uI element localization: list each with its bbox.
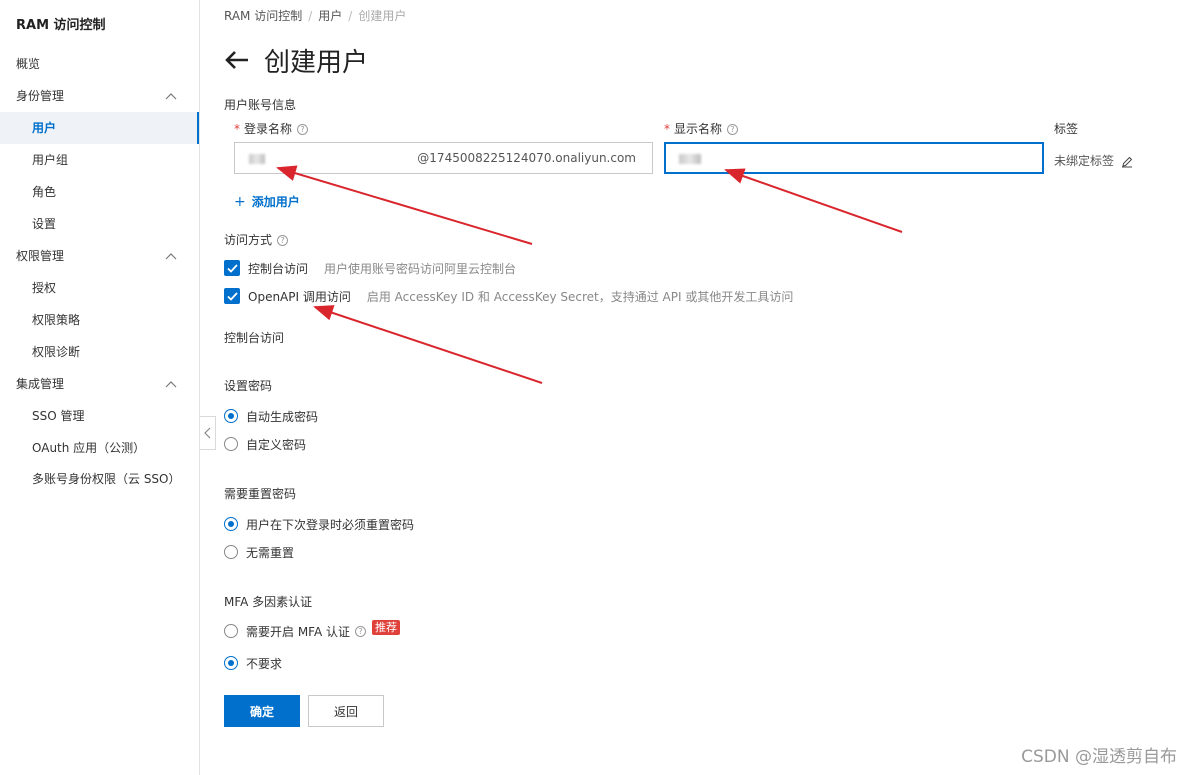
section-account-info: 用户账号信息 [224,98,297,112]
sidebar-group-integration[interactable]: 集成管理 [0,368,199,400]
recommended-badge: 推荐 [372,619,400,635]
section-reset-password: 需要重置密码 [224,487,297,501]
annotation-arrow [313,305,543,384]
mfa-not-required-option[interactable]: 不要求 [224,654,282,672]
sidebar-item-label: 角色 [32,185,57,199]
console-access-option[interactable]: 控制台访问 用户使用账号密码访问阿里云控制台 [224,259,516,277]
radio-unselected[interactable] [224,437,238,451]
radio-selected[interactable] [224,517,238,531]
sidebar-item-diagnostics[interactable]: 权限诊断 [0,336,199,368]
redacted-text [249,154,265,164]
sidebar-item-label: 多账号身份权限（云 SSO） [32,472,181,486]
sidebar-item-label: 权限管理 [16,249,65,263]
chevron-left-icon [204,427,211,439]
radio-unselected[interactable] [224,545,238,559]
sidebar-item-users[interactable]: 用户 [0,112,199,144]
sidebar-group-permissions[interactable]: 权限管理 [0,240,199,272]
tag-value: 未绑定标签 [1054,154,1115,168]
openapi-access-checkbox[interactable] [224,288,240,304]
sidebar-collapse-button[interactable] [200,416,216,450]
sidebar-item-settings[interactable]: 设置 [0,208,199,240]
breadcrumb-users[interactable]: 用户 [318,9,342,23]
reset-required-option[interactable]: 用户在下次登录时必须重置密码 [224,515,414,533]
sidebar-item-label: 权限诊断 [32,345,81,359]
sidebar-item-label: 用户 [32,121,57,135]
login-name-input[interactable]: @1745008225124070.onaliyun.com [234,142,653,174]
tag-label: 标签 [1054,122,1079,136]
sidebar-item-label: 授权 [32,281,57,295]
edit-pencil-icon[interactable] [1121,156,1133,168]
redacted-text [679,154,701,164]
openapi-access-option[interactable]: OpenAPI 调用访问 启用 AccessKey ID 和 AccessKey… [224,287,793,305]
section-console-access: 控制台访问 [224,331,285,345]
sidebar-item-policies[interactable]: 权限策略 [0,304,199,336]
password-auto-option[interactable]: 自动生成密码 [224,407,318,425]
openapi-access-label: OpenAPI 调用访问 [248,289,351,304]
sidebar-item-label: 身份管理 [16,89,65,103]
back-arrow-icon[interactable] [224,46,252,74]
help-icon[interactable]: ? [355,625,366,637]
back-button[interactable]: 返回 [308,695,384,727]
console-access-checkbox[interactable] [224,260,240,276]
radio-selected[interactable] [224,656,238,670]
radio-selected[interactable] [224,409,238,423]
sidebar: RAM 访问控制 概览 身份管理 用户 用户组 角色 设置 权限管理 授权 权限… [0,0,200,775]
add-user-button[interactable]: + 添加用户 [234,193,300,210]
sidebar-item-label: 集成管理 [16,377,65,391]
sidebar-item-label: 概览 [16,57,41,71]
login-domain-suffix: @1745008225124070.onaliyun.com [417,151,636,165]
password-custom-option[interactable]: 自定义密码 [224,435,306,453]
sidebar-item-sso[interactable]: SSO 管理 [0,400,199,432]
help-icon[interactable]: ? [727,124,739,135]
console-access-desc: 用户使用账号密码访问阿里云控制台 [324,261,517,276]
plus-icon: + [234,194,246,210]
breadcrumb-root[interactable]: RAM 访问控制 [224,9,302,23]
sidebar-title: RAM 访问控制 [16,18,106,33]
page-title: 创建用户 [264,47,369,78]
annotation-arrow [724,168,903,233]
mfa-required-option[interactable]: 需要开启 MFA 认证 ? 推荐 [224,619,400,640]
help-icon[interactable]: ? [277,235,289,246]
watermark: CSDN @湿透剪自布 [1021,747,1177,767]
sidebar-item-label: 设置 [32,217,57,231]
page-header: 创建用户 [224,40,368,80]
confirm-button[interactable]: 确定 [224,695,300,727]
breadcrumb-current: 创建用户 [358,9,407,23]
sidebar-item-overview[interactable]: 概览 [0,48,199,80]
annotation-arrow [276,165,533,245]
reset-not-required-option[interactable]: 无需重置 [224,543,294,561]
sidebar-item-cloud-sso[interactable]: 多账号身份权限（云 SSO） [0,463,199,495]
chevron-up-icon [165,368,177,400]
sidebar-item-label: OAuth 应用（公测） [32,441,146,455]
help-icon[interactable]: ? [297,124,309,135]
sidebar-item-oauth[interactable]: OAuth 应用（公测） [0,432,199,464]
sidebar-item-label: 用户组 [32,153,69,167]
display-name-label: * 显示名称? [664,120,739,137]
chevron-up-icon [165,240,177,272]
sidebar-group-identity[interactable]: 身份管理 [0,80,199,112]
section-set-password: 设置密码 [224,379,273,393]
console-access-label: 控制台访问 [248,261,309,276]
sidebar-item-authorization[interactable]: 授权 [0,272,199,304]
section-access-method: 访问方式? [224,231,289,248]
breadcrumb: RAM 访问控制 / 用户 / 创建用户 [224,9,407,23]
section-mfa: MFA 多因素认证 [224,595,313,609]
login-name-label: * 登录名称? [234,120,309,137]
tag-editor[interactable]: 未绑定标签 [1054,152,1133,169]
sidebar-item-user-groups[interactable]: 用户组 [0,144,199,176]
radio-unselected[interactable] [224,624,238,638]
sidebar-item-label: SSO 管理 [32,409,85,423]
openapi-access-desc: 启用 AccessKey ID 和 AccessKey Secret，支持通过 … [366,289,794,304]
chevron-up-icon [165,80,177,112]
display-name-input[interactable] [664,142,1044,174]
sidebar-item-label: 权限策略 [32,313,81,327]
sidebar-item-roles[interactable]: 角色 [0,176,199,208]
